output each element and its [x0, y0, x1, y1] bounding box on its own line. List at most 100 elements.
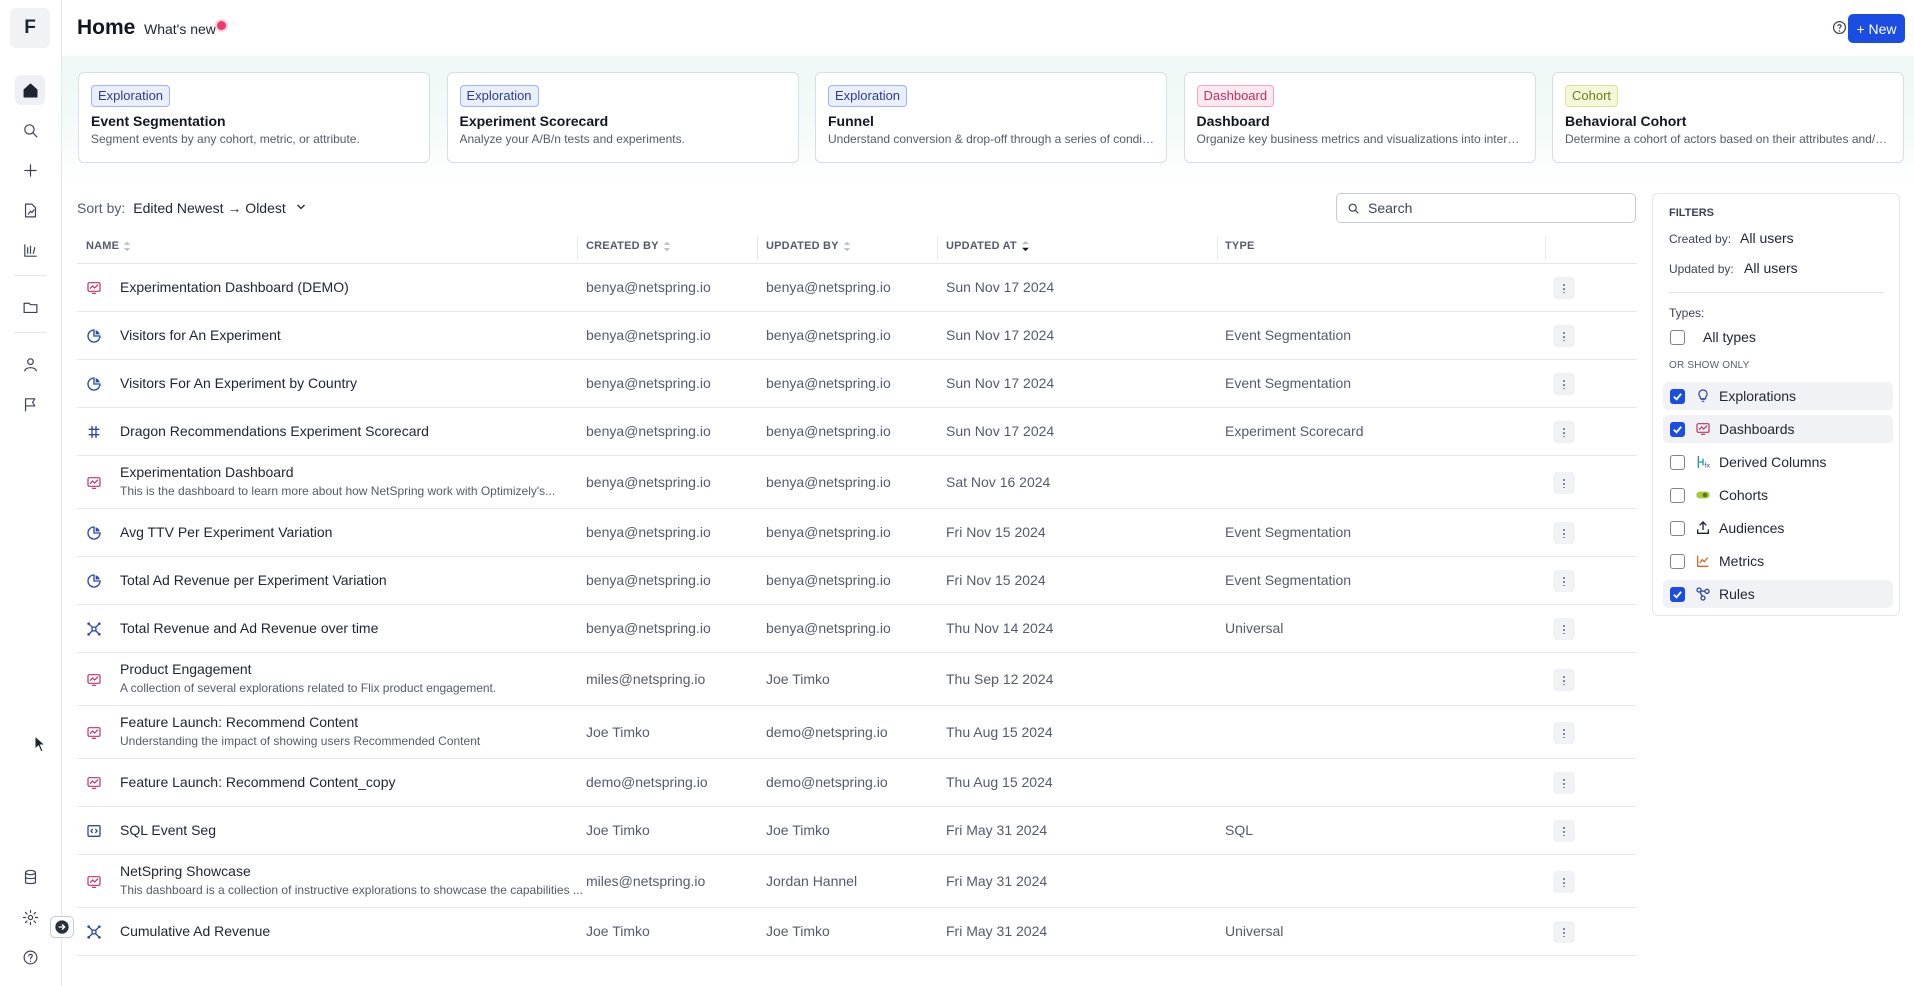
- search-input[interactable]: [1368, 200, 1608, 216]
- table-row[interactable]: Dragon Recommendations Experiment Scorec…: [77, 408, 1637, 456]
- search-icon[interactable]: [15, 115, 45, 145]
- template-card[interactable]: Exploration Experiment Scorecard Analyze y…: [446, 72, 799, 163]
- type-filter-cohorts[interactable]: Cohorts: [1663, 481, 1893, 509]
- plus-icon[interactable]: [15, 155, 45, 185]
- row-name[interactable]: Experimentation Dashboard: [120, 464, 294, 480]
- type-filter-derived-columns[interactable]: fx Derived Columns: [1663, 448, 1893, 476]
- collapse-rail-button[interactable]: [50, 916, 74, 938]
- row-name[interactable]: Visitors For An Experiment by Country: [120, 375, 357, 391]
- table-row[interactable]: Total Revenue and Ad Revenue over time be…: [77, 605, 1637, 653]
- column-header-type[interactable]: TYPE: [1225, 240, 1255, 252]
- sort-desc-icon[interactable]: [1021, 240, 1030, 252]
- column-header-name[interactable]: NAME: [86, 240, 131, 252]
- type-filter-audiences[interactable]: Audiences: [1663, 514, 1893, 542]
- type-filter-metrics[interactable]: Metrics: [1663, 547, 1893, 575]
- row-menu-button[interactable]: [1553, 277, 1575, 299]
- all-types-checkbox[interactable]: All types: [1663, 323, 1893, 351]
- table-row[interactable]: Visitors For An Experiment by Country ben…: [77, 360, 1637, 408]
- row-name[interactable]: Cumulative Ad Revenue: [120, 923, 270, 939]
- row-name[interactable]: Experimentation Dashboard (DEMO): [120, 279, 349, 295]
- row-menu-button[interactable]: [1553, 618, 1575, 640]
- row-menu-button[interactable]: [1553, 921, 1575, 943]
- table-row[interactable]: Avg TTV Per Experiment Variation benya@ne…: [77, 509, 1637, 557]
- home-icon[interactable]: [15, 75, 45, 105]
- database-icon[interactable]: [15, 862, 45, 892]
- app-logo[interactable]: F: [10, 8, 50, 48]
- row-menu-button[interactable]: [1553, 870, 1575, 893]
- table-row[interactable]: NetSpring Showcase This dashboard is a co…: [77, 855, 1637, 908]
- row-menu-button[interactable]: [1553, 421, 1575, 443]
- help-icon[interactable]: [15, 942, 45, 972]
- type-filter-explorations[interactable]: Explorations: [1663, 382, 1893, 410]
- sort-control[interactable]: Sort by: Edited Newest → Oldest: [77, 200, 307, 216]
- template-card[interactable]: Dashboard Dashboard Organize key business …: [1183, 72, 1536, 163]
- checkbox[interactable]: [1670, 553, 1685, 569]
- help-icon[interactable]: [1832, 20, 1847, 35]
- table-row[interactable]: Experimentation Dashboard (DEMO) benya@ne…: [77, 264, 1637, 312]
- template-card[interactable]: Exploration Event Segmentation Segment eve…: [78, 72, 430, 163]
- new-button[interactable]: + New: [1848, 14, 1905, 43]
- checkbox[interactable]: [1670, 520, 1685, 536]
- checkbox[interactable]: [1670, 421, 1685, 437]
- gear-icon[interactable]: [15, 902, 45, 932]
- row-menu-button[interactable]: [1553, 325, 1575, 347]
- row-name[interactable]: NetSpring Showcase: [120, 863, 251, 879]
- row-name[interactable]: Feature Launch: Recommend Content: [120, 714, 358, 730]
- sort-icon[interactable]: [843, 241, 851, 252]
- row-name[interactable]: Product Engagement: [120, 661, 252, 677]
- row-name[interactable]: Total Ad Revenue per Experiment Variatio…: [120, 572, 387, 588]
- type-filter-rules[interactable]: Rules: [1663, 580, 1893, 608]
- row-menu-button[interactable]: [1553, 373, 1575, 395]
- row-menu-button[interactable]: [1553, 721, 1575, 744]
- row-name[interactable]: Feature Launch: Recommend Content_copy: [120, 774, 396, 790]
- folder-icon[interactable]: [15, 292, 45, 322]
- row-name[interactable]: Dragon Recommendations Experiment Scorec…: [120, 423, 429, 439]
- row-menu-button[interactable]: [1553, 570, 1575, 592]
- sort-icon[interactable]: [123, 241, 131, 252]
- table-row[interactable]: Experimentation Dashboard This is the das…: [77, 456, 1637, 509]
- file-chart-icon[interactable]: [15, 195, 45, 225]
- created-by-select[interactable]: All users: [1740, 230, 1794, 246]
- table-row[interactable]: Feature Launch: Recommend Content Underst…: [77, 706, 1637, 759]
- row-name[interactable]: Avg TTV Per Experiment Variation: [120, 524, 332, 540]
- checkbox[interactable]: [1670, 388, 1685, 404]
- column-header-updated-at[interactable]: UPDATED AT: [946, 240, 1030, 252]
- user-icon[interactable]: [15, 349, 45, 379]
- template-card[interactable]: Cohort Behavioral Cohort Determine a cohor…: [1552, 72, 1904, 163]
- table-row[interactable]: Visitors for An Experiment benya@netsprin…: [77, 312, 1637, 360]
- row-menu-button[interactable]: [1553, 772, 1575, 794]
- row-menu-button[interactable]: [1553, 820, 1575, 842]
- whats-new-link[interactable]: What's new: [144, 21, 216, 37]
- more-vertical-icon: [1563, 876, 1565, 887]
- page-title: Home: [77, 16, 136, 39]
- type-filter-label: Explorations: [1719, 388, 1797, 404]
- type-filter-dashboards[interactable]: Dashboards: [1663, 415, 1893, 443]
- search-box[interactable]: [1336, 193, 1636, 223]
- table-row[interactable]: Feature Launch: Recommend Content_copy de…: [77, 759, 1637, 807]
- row-menu-button[interactable]: [1553, 471, 1575, 494]
- library-icon[interactable]: [15, 235, 45, 265]
- row-menu-button[interactable]: [1553, 668, 1575, 691]
- checkbox[interactable]: [1670, 329, 1685, 345]
- template-card[interactable]: Exploration Funnel Understand conversion &…: [815, 72, 1167, 163]
- type-filter-label: Dashboards: [1719, 421, 1795, 437]
- flag-icon[interactable]: [15, 389, 45, 419]
- row-menu-button[interactable]: [1553, 522, 1575, 544]
- column-header-updated-by[interactable]: UPDATED BY: [766, 240, 851, 252]
- table-row[interactable]: Cumulative Ad Revenue Joe Timko Joe Timko F…: [77, 908, 1637, 956]
- checkbox[interactable]: [1670, 586, 1685, 602]
- table-row[interactable]: SQL Event Seg Joe Timko Joe Timko Fri May 3…: [77, 807, 1637, 855]
- sort-icon[interactable]: [663, 241, 671, 252]
- updated-by-select[interactable]: All users: [1744, 260, 1798, 276]
- checkbox[interactable]: [1670, 487, 1685, 503]
- sort-value[interactable]: Edited Newest → Oldest: [133, 200, 286, 216]
- chevron-down-icon[interactable]: [295, 201, 307, 213]
- checkbox[interactable]: [1670, 454, 1685, 470]
- column-header-created-by[interactable]: CREATED BY: [586, 240, 671, 252]
- row-name[interactable]: SQL Event Seg: [120, 822, 216, 838]
- row-name[interactable]: Visitors for An Experiment: [120, 327, 281, 343]
- row-name[interactable]: Total Revenue and Ad Revenue over time: [120, 620, 378, 636]
- row-updated-at: Fri May 31 2024: [946, 872, 1048, 889]
- table-row[interactable]: Product Engagement A collection of severa…: [77, 653, 1637, 706]
- table-row[interactable]: Total Ad Revenue per Experiment Variatio…: [77, 557, 1637, 605]
